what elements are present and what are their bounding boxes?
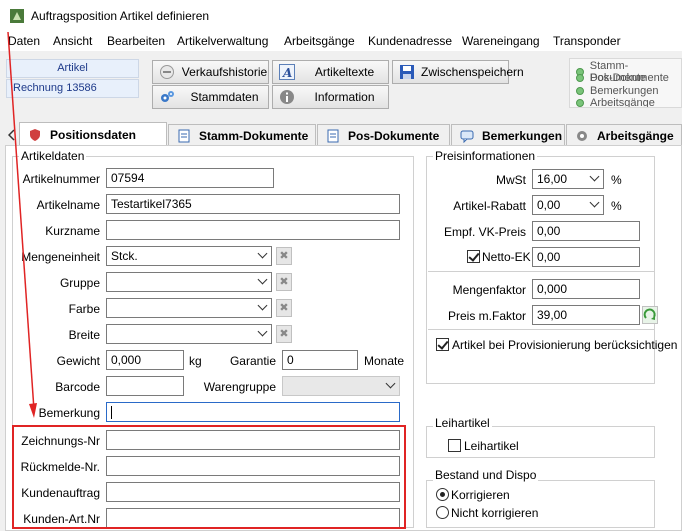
zwischenspeichern-button[interactable]: Zwischenspeichern [392, 60, 524, 84]
menu-kundenadresse[interactable]: Kundenadresse [368, 34, 452, 48]
artikeltexte-button[interactable]: A Artikeltexte [272, 60, 389, 84]
speech-bubble-icon [460, 130, 474, 143]
divider [428, 329, 655, 330]
status-dot-icon [576, 99, 584, 107]
menu-arbeitsgaenge[interactable]: Arbeitsgänge [284, 34, 355, 48]
gear-icon [577, 130, 587, 141]
status-dot-icon [576, 74, 584, 82]
tab-arbeitsgaenge[interactable]: Arbeitsgänge [566, 124, 682, 146]
window-title: Auftragsposition Artikel definieren [31, 9, 210, 23]
rabatt-unit: % [611, 199, 622, 213]
circle-minus-icon [160, 65, 174, 79]
garantie-input[interactable]: 0 [282, 350, 358, 370]
document-icon [327, 129, 339, 142]
chevron-down-icon [589, 197, 600, 208]
clear-farbe-button[interactable]: ✖ [276, 299, 292, 317]
clear-mengeneinheit-button[interactable]: ✖ [276, 247, 292, 265]
chevron-down-icon [257, 326, 268, 337]
rabatt-select[interactable]: 0,00 [532, 195, 604, 215]
chevron-down-icon [589, 171, 600, 182]
leihartikel-checkbox[interactable] [448, 439, 461, 452]
nicht-korrigieren-radio[interactable] [436, 506, 449, 519]
vk-preis-label: Empf. VK-Preis [443, 225, 526, 239]
menu-bar: Daten Ansicht Bearbeiten Artikelverwaltu… [0, 31, 682, 51]
verkaufshistorie-button[interactable]: Verkaufshistorie [152, 60, 269, 84]
status-list: Stamm-Dokumente Pos-Dokumente Bemerkunge… [569, 58, 682, 108]
text-cursor [111, 406, 112, 419]
status-item: Bemerkungen [576, 85, 659, 97]
korrigieren-label: Korrigieren [451, 488, 510, 502]
mwst-label: MwSt [496, 173, 526, 187]
mengenfaktor-label: Mengenfaktor [452, 283, 526, 297]
warengruppe-select[interactable] [282, 376, 400, 396]
kurzname-input[interactable] [106, 220, 400, 240]
menu-wareneingang[interactable]: Wareneingang [462, 34, 540, 48]
barcode-input[interactable] [106, 376, 184, 396]
chevron-down-icon [385, 378, 396, 389]
gewicht-unit: kg [189, 354, 202, 368]
mengenfaktor-input[interactable]: 0,000 [532, 279, 640, 299]
preis-faktor-input[interactable]: 39,00 [532, 305, 640, 325]
chevron-down-icon [257, 274, 268, 285]
status-item: Arbeitsgänge [576, 97, 655, 107]
rabatt-label: Artikel-Rabatt [453, 199, 526, 213]
menu-transponder[interactable]: Transponder [553, 34, 621, 48]
status-dot-icon [576, 87, 584, 95]
document-icon [178, 129, 190, 142]
information-button[interactable]: Information [272, 85, 389, 109]
bemerkung-input[interactable] [106, 402, 400, 422]
refresh-icon [643, 308, 656, 320]
breite-select[interactable] [106, 324, 272, 344]
nicht-korrigieren-label: Nicht korrigieren [451, 506, 539, 520]
farbe-select[interactable] [106, 298, 272, 318]
gewicht-input[interactable]: 0,000 [106, 350, 184, 370]
mwst-select[interactable]: 16,00 [532, 169, 604, 189]
preis-faktor-label: Preis m.Faktor [447, 309, 526, 323]
app-icon [10, 9, 24, 23]
highlight-box [12, 425, 406, 529]
tab-bar: Positionsdaten Stamm-Dokumente Pos-Dokum… [0, 122, 682, 146]
title-bar: Auftragsposition Artikel definieren [0, 0, 682, 31]
clear-gruppe-button[interactable]: ✖ [276, 273, 292, 291]
annotation-arrow [7, 31, 37, 418]
warengruppe-label: Warengruppe [203, 380, 276, 394]
provision-checkbox[interactable] [436, 338, 449, 351]
leihartikel-label: Leihartikel [464, 439, 519, 453]
netto-ek-label: Netto-EK [482, 250, 531, 264]
status-item: Pos-Dokumente [576, 72, 669, 84]
artikelname-input[interactable]: Testartikel7365 [106, 194, 400, 214]
save-icon [400, 65, 414, 79]
recalc-button[interactable] [642, 306, 658, 324]
garantie-label: Garantie [229, 354, 276, 368]
chevron-down-icon [257, 248, 268, 259]
tab-bemerkungen[interactable]: Bemerkungen [451, 124, 565, 146]
provision-label: Artikel bei Provisionierung berücksichti… [452, 338, 678, 352]
tab-pos-dokumente[interactable]: Pos-Dokumente [317, 124, 450, 146]
menu-bearbeiten[interactable]: Bearbeiten [107, 34, 165, 48]
divider [428, 271, 655, 272]
gruppe-select[interactable] [106, 272, 272, 292]
tab-stamm-dokumente[interactable]: Stamm-Dokumente [168, 124, 316, 146]
stammdaten-button[interactable]: Stammdaten [152, 85, 269, 109]
svg-text:A: A [282, 66, 292, 80]
netto-ek-input[interactable]: 0,00 [532, 247, 640, 267]
garantie-unit: Monate [364, 354, 405, 368]
vk-preis-input[interactable]: 0,00 [532, 221, 640, 241]
info-icon [280, 90, 294, 104]
artikelnummer-input[interactable]: 07594 [106, 168, 274, 188]
text-a-icon: A [279, 64, 295, 80]
clear-breite-button[interactable]: ✖ [276, 325, 292, 343]
chevron-down-icon [257, 300, 268, 311]
mengeneinheit-select[interactable]: Stck. [106, 246, 272, 266]
korrigieren-radio[interactable] [436, 488, 449, 501]
gears-icon [161, 91, 174, 102]
menu-artikelverwaltung[interactable]: Artikelverwaltung [177, 34, 268, 48]
mwst-unit: % [611, 173, 622, 187]
netto-ek-checkbox[interactable] [467, 250, 480, 263]
